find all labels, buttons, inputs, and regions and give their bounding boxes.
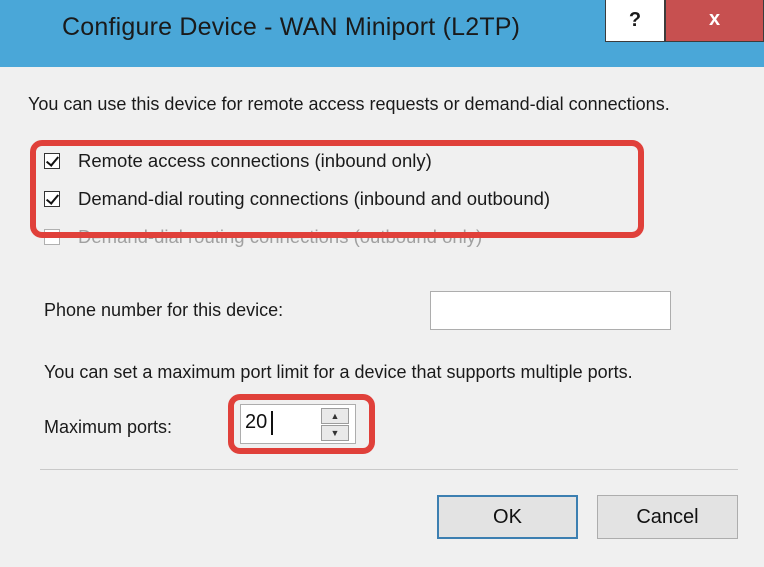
configure-device-dialog: Configure Device - WAN Miniport (L2TP) ?…: [0, 0, 764, 567]
remote-access-checkbox-row[interactable]: Remote access connections (inbound only): [44, 148, 432, 174]
divider: [40, 469, 738, 470]
port-limit-note: You can set a maximum port limit for a d…: [44, 362, 633, 382]
text-caret: [271, 411, 273, 435]
demand-dial-inout-checkbox-row[interactable]: Demand-dial routing connections (inbound…: [44, 186, 550, 212]
spin-down-icon[interactable]: ▼: [321, 425, 349, 441]
demand-dial-outbound-checkbox: [44, 229, 60, 245]
demand-dial-inout-label: Demand-dial routing connections (inbound…: [78, 188, 551, 209]
remote-access-checkbox[interactable]: [44, 153, 60, 169]
ok-button[interactable]: OK: [437, 495, 578, 539]
phone-number-label: Phone number for this device:: [44, 300, 284, 320]
demand-dial-inout-checkbox[interactable]: [44, 191, 60, 207]
demand-dial-outbound-checkbox-row: Demand-dial routing connections (outboun…: [44, 224, 482, 250]
cancel-button[interactable]: Cancel: [597, 495, 738, 539]
demand-dial-outbound-label: Demand-dial routing connections (outboun…: [78, 226, 483, 247]
close-button[interactable]: x: [665, 0, 764, 42]
window-title: Configure Device - WAN Miniport (L2TP): [62, 13, 521, 41]
spin-up-icon[interactable]: ▲: [321, 408, 349, 424]
phone-number-input[interactable]: [430, 291, 671, 330]
device-description: You can use this device for remote acces…: [28, 94, 670, 114]
remote-access-label: Remote access connections (inbound only): [78, 150, 432, 171]
help-button[interactable]: ?: [605, 0, 665, 42]
maximum-ports-label: Maximum ports:: [44, 417, 173, 437]
title-bar[interactable]: Configure Device - WAN Miniport (L2TP) ?…: [0, 0, 764, 67]
maximum-ports-value[interactable]: 20: [245, 411, 267, 434]
maximum-ports-spinner[interactable]: 20 ▲ ▼: [240, 404, 356, 444]
